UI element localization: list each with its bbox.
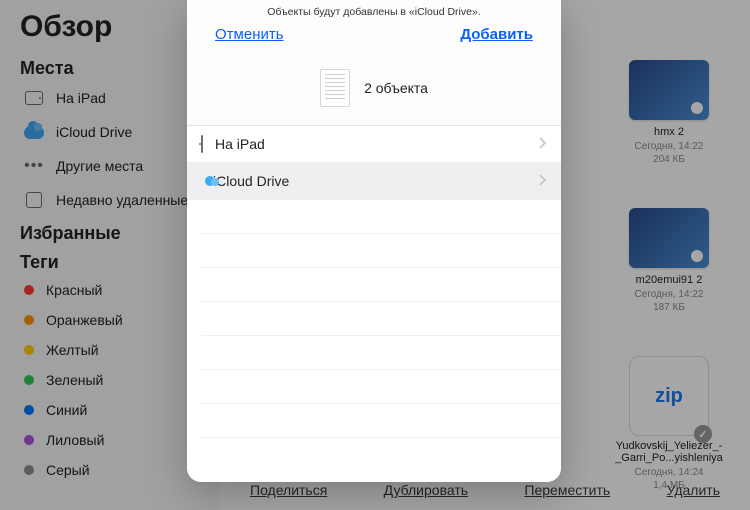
ipad-icon: [201, 136, 203, 152]
add-button[interactable]: Добавить: [460, 26, 533, 43]
object-count: 2 объекта: [364, 80, 428, 96]
location-on-ipad[interactable]: На iPad: [187, 126, 561, 163]
location-label: На iPad: [215, 136, 265, 152]
save-sheet: Объекты будут добавлены в «iCloud Drive»…: [187, 0, 561, 482]
chevron-right-icon: [539, 173, 547, 189]
sheet-subtitle: Объекты будут добавлены в «iCloud Drive»…: [201, 6, 547, 18]
cancel-button[interactable]: Отменить: [215, 26, 284, 43]
location-icloud[interactable]: iCloud Drive: [187, 163, 561, 200]
location-list: На iPad iCloud Drive: [187, 125, 561, 200]
location-label: iCloud Drive: [213, 173, 289, 189]
chevron-right-icon: [539, 136, 547, 152]
document-icon: [320, 69, 350, 107]
object-preview: 2 объекта: [187, 53, 561, 125]
empty-rows: [187, 200, 561, 482]
